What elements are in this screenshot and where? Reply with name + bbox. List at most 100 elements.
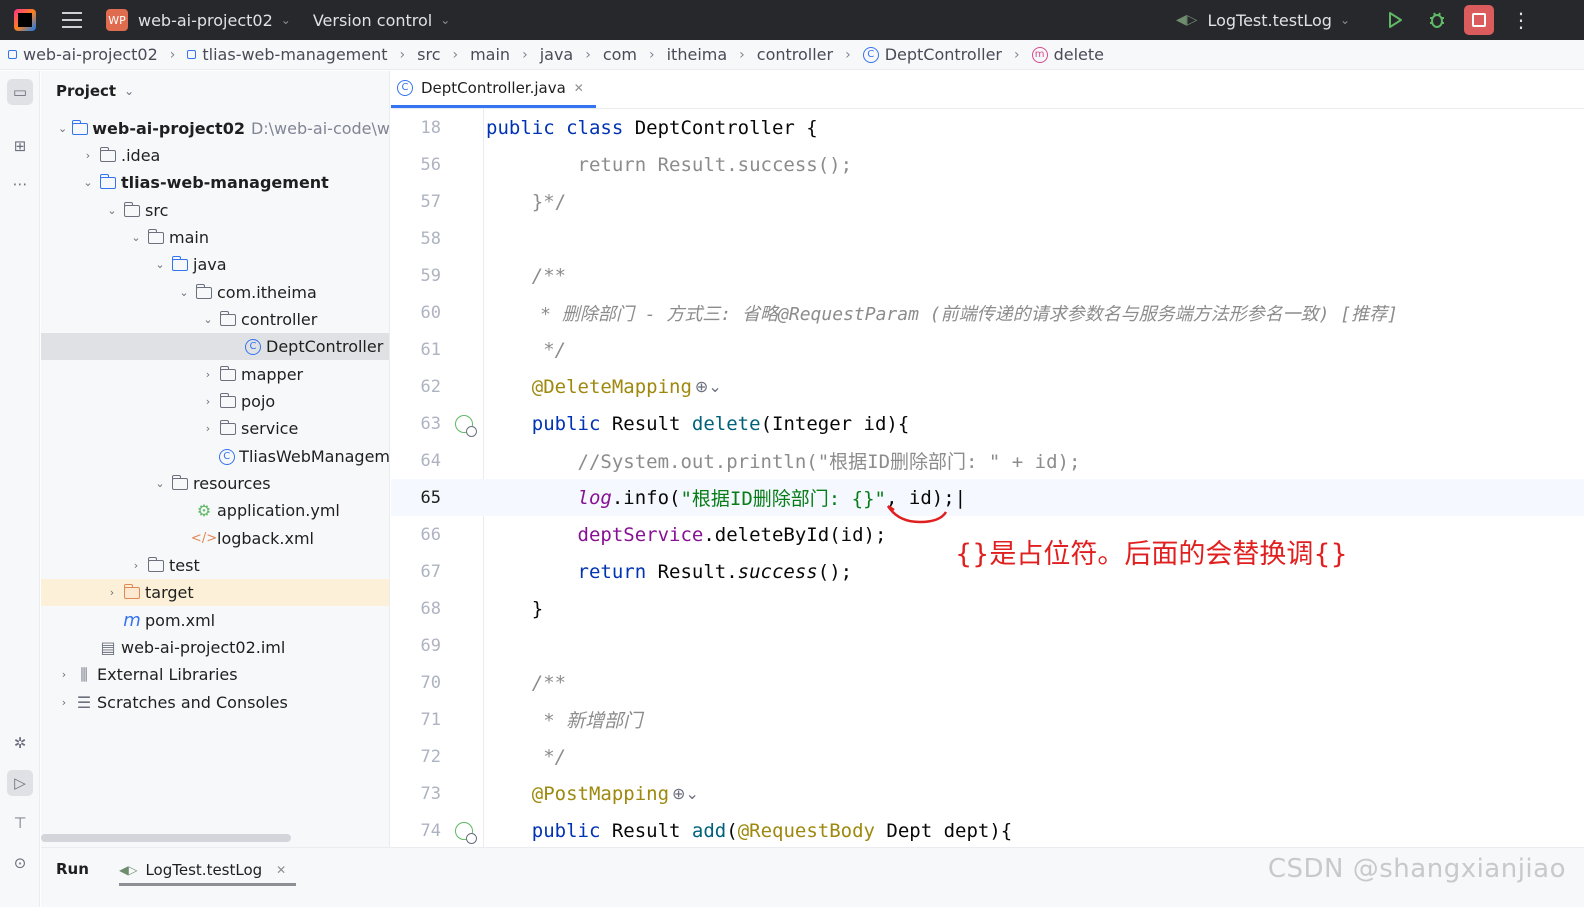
left-tool-strip: ▭ ⊞ ⋯ ✲ ▷ ⊤ ⊙	[0, 71, 40, 907]
chevron-right-icon[interactable]: ›	[201, 395, 215, 408]
resources-folder-icon	[171, 474, 188, 490]
more-tools-icon[interactable]: ⋯	[7, 171, 33, 197]
breadcrumb-item[interactable]: controller	[757, 45, 833, 64]
tree-item[interactable]: ⌄ com.itheima	[41, 279, 389, 306]
run-config-selector[interactable]: ◀▷ LogTest.testLog ⌄	[1176, 11, 1350, 30]
tree-item[interactable]: › pojo	[41, 388, 389, 415]
tree-item[interactable]: ⚙ application.yml	[41, 497, 389, 524]
tree-item[interactable]: › test	[41, 552, 389, 579]
tree-item[interactable]: ⌄ web-ai-project02 D:\web-ai-code\w	[41, 115, 389, 142]
breadcrumb-item[interactable]: java	[540, 45, 574, 64]
chevron-right-icon[interactable]: ›	[57, 668, 71, 681]
tree-item[interactable]: › ☰ Scratches and Consoles	[41, 689, 389, 716]
chevron-down-icon[interactable]: ⌄	[177, 286, 191, 299]
package-icon	[219, 310, 236, 326]
chevron-right-icon[interactable]: ›	[129, 559, 143, 572]
folder-icon	[99, 146, 116, 162]
excluded-folder-icon	[123, 583, 140, 599]
tab-dept-controller[interactable]: C DeptController.java ✕	[391, 71, 596, 108]
run-tab-logtest[interactable]: ◀▷ LogTest.testLog ✕	[119, 856, 297, 886]
tree-item[interactable]: </> logback.xml	[41, 525, 389, 552]
tree-item-selected[interactable]: C DeptController	[41, 333, 389, 360]
vcs-menu[interactable]: Version control ⌄	[313, 11, 450, 30]
chevron-right-icon[interactable]: ›	[105, 586, 119, 599]
debug-button[interactable]	[1422, 5, 1452, 35]
red-note-annotation: {}是占位符。后面的会替换调{}	[955, 539, 1348, 570]
chevron-right-icon[interactable]: ›	[81, 149, 95, 162]
chevron-down-icon[interactable]: ⌄	[129, 231, 143, 244]
tree-item[interactable]: ⌄ tlias-web-management	[41, 169, 389, 196]
project-horizontal-scrollbar[interactable]	[41, 834, 291, 842]
run-tool-icon[interactable]: ▷	[7, 770, 33, 796]
breadcrumb-item[interactable]: web-ai-project02	[8, 45, 158, 64]
endpoint-gutter-icon[interactable]	[454, 414, 477, 437]
chevron-down-icon[interactable]: ⌄	[81, 176, 95, 189]
chevron-down-icon: ⌄	[124, 84, 135, 98]
tree-item[interactable]: › target	[41, 579, 389, 606]
intellij-logo-icon[interactable]	[14, 9, 36, 31]
breadcrumb-item[interactable]: src	[417, 45, 440, 64]
code-line: 71 * 新增部门	[420, 709, 643, 733]
breadcrumb-item[interactable]: com	[603, 45, 637, 64]
tree-item[interactable]: m pom.xml	[41, 607, 389, 634]
vcs-label: Version control	[312, 10, 433, 30]
play-icon	[1389, 12, 1402, 28]
more-actions-icon[interactable]: ⋮	[1506, 5, 1536, 35]
chevron-right-icon: ›	[399, 46, 406, 63]
editor-tabs: C DeptController.java ✕	[391, 71, 1584, 109]
close-icon[interactable]: ✕	[574, 81, 584, 95]
code-line: 56 return Result.success();	[420, 153, 853, 176]
text-cursor: |	[954, 486, 967, 509]
main-menu-icon[interactable]	[62, 12, 82, 28]
tree-item[interactable]: ⌄ java	[41, 251, 389, 278]
tree-item[interactable]: ⌄ src	[41, 197, 389, 224]
tree-item[interactable]: ⌄ resources	[41, 470, 389, 497]
tree-item[interactable]: › mapper	[41, 361, 389, 388]
close-icon[interactable]: ✕	[276, 863, 286, 877]
run-button[interactable]	[1380, 5, 1410, 35]
code-line: 63 public Result delete (Integer id){	[420, 412, 910, 437]
chevron-down-icon[interactable]: ⌄	[153, 258, 167, 271]
endpoint-gutter-icon[interactable]	[454, 821, 477, 844]
breadcrumb-item[interactable]: C DeptController	[862, 45, 1002, 64]
tree-item[interactable]: ▤ web-ai-project02.iml	[41, 634, 389, 661]
structure-icon[interactable]: ⊞	[7, 133, 33, 159]
tree-item[interactable]: C TliasWebManagem	[41, 443, 389, 470]
code-line: 62 @DeleteMapping ⊕⌄	[420, 375, 722, 398]
debug-tool-icon[interactable]: ✲	[7, 730, 33, 756]
code-line: 74 public Result add(@RequestBody Dept d…	[420, 819, 1013, 844]
code-line: 64 //System.out.println("根据ID删除部门: " + i…	[420, 450, 1081, 474]
web-endpoint-icon[interactable]: ⊕⌄	[695, 377, 722, 396]
project-panel-header[interactable]: Project ⌄	[41, 71, 389, 111]
chevron-down-icon[interactable]: ⌄	[57, 122, 68, 135]
tree-item[interactable]: › service	[41, 415, 389, 442]
tree-item[interactable]: ⌄ main	[41, 224, 389, 251]
chevron-right-icon[interactable]: ›	[201, 422, 215, 435]
title-bar: WP web-ai-project02 ⌄ Version control ⌄ …	[0, 0, 1584, 40]
package-icon	[219, 419, 236, 435]
breadcrumb-item[interactable]: itheima	[667, 45, 728, 64]
breadcrumb-item[interactable]: main	[470, 45, 510, 64]
package-icon	[219, 392, 236, 408]
build-tool-icon[interactable]: ⊤	[7, 810, 33, 836]
code-editor[interactable]: C DeptController.java ✕ 18 public class D…	[391, 71, 1584, 847]
bug-icon	[1430, 12, 1444, 28]
chevron-down-icon[interactable]: ⌄	[201, 313, 215, 326]
tree-item[interactable]: › .idea	[41, 142, 389, 169]
services-tool-icon[interactable]: ⊙	[7, 850, 33, 876]
tree-item[interactable]: › ⫼ External Libraries	[41, 661, 389, 688]
chevron-down-icon[interactable]: ⌄	[153, 477, 167, 490]
chevron-right-icon[interactable]: ›	[57, 696, 71, 709]
chevron-down-icon[interactable]: ⌄	[105, 204, 119, 217]
breadcrumb-item[interactable]: m delete	[1031, 45, 1104, 64]
folder-icon	[147, 556, 164, 572]
tree-item[interactable]: ⌄ controller	[41, 306, 389, 333]
module-folder-icon	[99, 173, 116, 189]
stop-button[interactable]	[1464, 5, 1494, 35]
web-endpoint-icon[interactable]: ⊕⌄	[672, 784, 699, 803]
chevron-right-icon: ›	[845, 46, 851, 63]
project-switcher[interactable]: WP web-ai-project02 ⌄	[106, 9, 291, 31]
breadcrumb-item[interactable]: tlias-web-management	[187, 45, 388, 64]
project-folder-icon[interactable]: ▭	[7, 79, 33, 105]
chevron-right-icon[interactable]: ›	[201, 368, 215, 381]
